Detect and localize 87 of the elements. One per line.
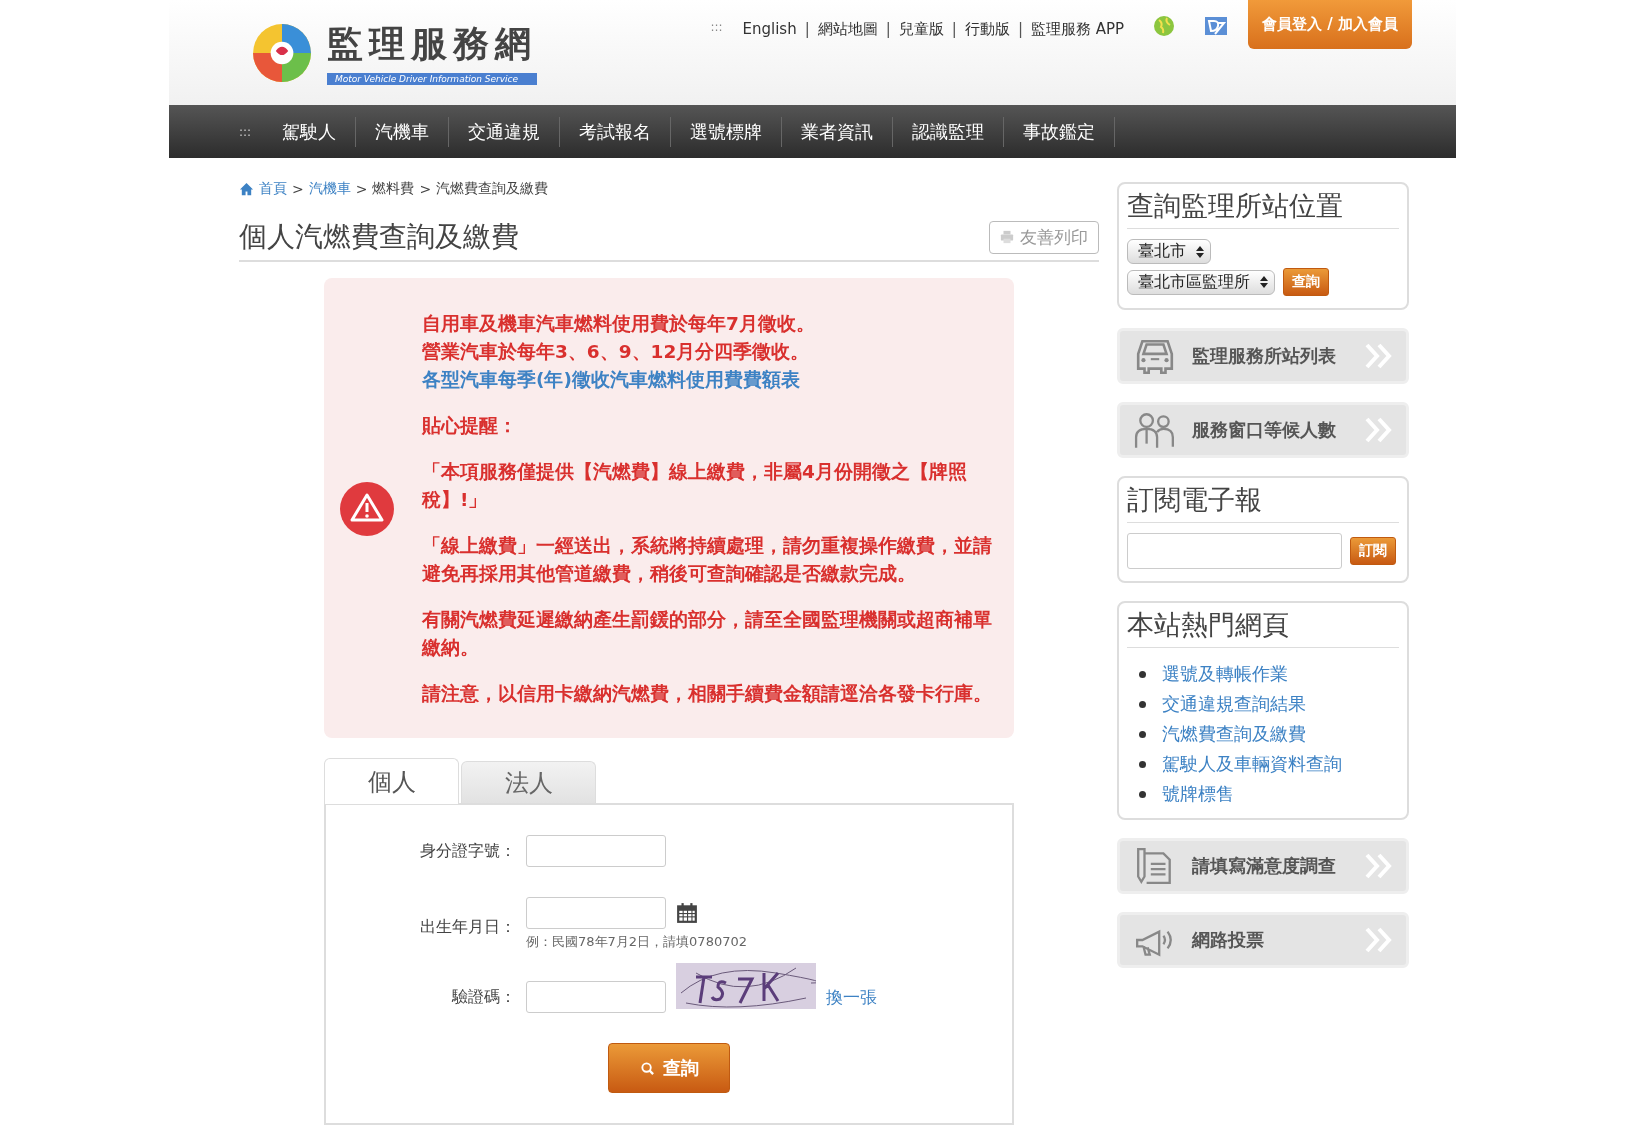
search-icon xyxy=(639,1060,655,1076)
notice-text: 營業汽車於每年3、6、9、12月分四季徵收。 xyxy=(422,340,811,364)
double-chevron-icon xyxy=(1364,925,1394,955)
link-separator: | xyxy=(951,20,957,38)
link-separator: | xyxy=(885,20,891,38)
notice-text: 貼心提醒： xyxy=(422,414,518,438)
nav-item[interactable]: 汽機車 xyxy=(356,116,450,147)
nav-item[interactable]: 認識監理 xyxy=(893,116,1005,147)
menu-marker: ::: xyxy=(710,20,723,34)
calendar-icon[interactable] xyxy=(676,902,698,924)
sidebar-banner[interactable]: 服務窗口等候人數 xyxy=(1117,402,1409,458)
top-link[interactable]: English xyxy=(742,20,797,38)
bullet-icon xyxy=(1139,760,1146,768)
tab[interactable]: 個人 xyxy=(324,758,459,804)
logo-title: 監理服務網 xyxy=(327,21,537,66)
breadcrumb-link[interactable]: 汽燃費查詢及繳費 xyxy=(436,180,549,198)
car-icon xyxy=(1134,337,1176,375)
nav-item[interactable]: 交通違規 xyxy=(449,116,561,147)
field-label: 驗證碼： xyxy=(451,986,516,1008)
breadcrumb-link[interactable]: 燃料費 xyxy=(372,180,415,198)
bullet-icon xyxy=(1139,700,1146,708)
printer-icon xyxy=(1000,230,1014,244)
sidebar-banner[interactable]: 監理服務所站列表 xyxy=(1117,328,1409,384)
bullet-icon xyxy=(1139,790,1146,798)
breadcrumb-link[interactable]: 首頁 xyxy=(259,180,287,198)
notice-text: 請注意，以信用卡繳納汽燃費，相關手續費金額請逕洽各發卡行庫。 xyxy=(422,682,993,706)
popular-page-link[interactable]: 交通違規查詢結果 xyxy=(1162,692,1306,716)
bullet-icon xyxy=(1139,730,1146,738)
sidebar-banner[interactable]: 網路投票 xyxy=(1117,912,1409,968)
breadcrumb-separator: > xyxy=(419,181,432,197)
field-label: 出生年月日： xyxy=(419,917,516,938)
popular-page-link[interactable]: 選號及轉帳作業 xyxy=(1162,662,1288,686)
popular-page-link[interactable]: 號牌標售 xyxy=(1162,782,1234,806)
notice-text: 「線上繳費」一經送出，系統將持續處理，請勿重複操作繳費，並請避免再採用其他管道繳費，稍後可查詢確認是否繳款完成。 xyxy=(422,534,993,586)
breadcrumb-separator: > xyxy=(292,181,304,197)
double-chevron-icon xyxy=(1364,851,1394,881)
link-separator: | xyxy=(804,20,810,38)
email-field[interactable] xyxy=(1127,533,1342,569)
top-link[interactable]: 行動版 xyxy=(964,20,1010,39)
double-chevron-icon xyxy=(1364,415,1394,445)
select-arrows-icon xyxy=(1260,276,1268,288)
popular-page-link[interactable]: 汽燃費查詢及繳費 xyxy=(1162,722,1306,746)
globe-icon[interactable] xyxy=(1152,14,1177,38)
bullet-icon xyxy=(1139,670,1146,678)
breadcrumb-link[interactable]: 汽機車 xyxy=(308,180,351,198)
field-hint: 例：民國78年7月2日，請填0780702 xyxy=(526,933,747,951)
logo-subtitle: Motor Vehicle Driver Information Service xyxy=(327,73,537,85)
notice-text: 自用車及機車汽車燃料使用費於每年7月徵收。 xyxy=(422,312,816,336)
office-select[interactable]: 臺北市區監理所 xyxy=(1127,269,1275,295)
widget-title: 訂閱電子報 xyxy=(1127,482,1399,523)
nav-item[interactable]: 業者資訊 xyxy=(782,116,894,147)
logo-icon xyxy=(251,21,313,84)
nav-item[interactable]: 考試報名 xyxy=(560,116,672,147)
nav-item[interactable]: 事故鑑定 xyxy=(1004,116,1116,147)
warning-icon xyxy=(340,482,394,536)
double-chevron-icon xyxy=(1364,341,1394,371)
link-separator: | xyxy=(1017,20,1023,38)
query-button[interactable]: 查詢 xyxy=(1283,268,1329,296)
widget-title: 本站熱門網頁 xyxy=(1127,607,1399,648)
breadcrumb-separator: > xyxy=(355,181,368,197)
accessibility-icon[interactable] xyxy=(1204,14,1229,38)
print-button[interactable]: 友善列印 xyxy=(989,220,1099,254)
page-title: 個人汽燃費查詢及繳費 xyxy=(239,219,519,255)
notice-text: 「本項服務僅提供【汽燃費】線上繳費，非屬4月份開徵之【牌照稅】!」 xyxy=(422,460,968,512)
notice-link[interactable]: 各型汽車每季(年)徵收汽車燃料使用費費額表 xyxy=(422,366,1006,394)
top-link[interactable]: 網站地圖 xyxy=(817,20,878,39)
top-link[interactable]: 兒童版 xyxy=(898,20,944,39)
select-arrows-icon xyxy=(1196,245,1204,258)
people-icon xyxy=(1134,411,1176,449)
sidebar-banner[interactable]: 請填寫滿意度調查 xyxy=(1117,838,1409,894)
top-link[interactable]: 監理服務 APP xyxy=(1030,20,1125,39)
id-number-field[interactable] xyxy=(526,835,666,867)
home-icon[interactable] xyxy=(239,181,254,197)
submit-button[interactable]: 查詢 xyxy=(608,1043,730,1093)
tab[interactable]: 法人 xyxy=(461,761,596,803)
notice-text: 有關汽燃費延遲繳納產生罰鍰的部分，請至全國監理機關或超商補單繳納。 xyxy=(422,608,993,660)
popular-page-link[interactable]: 駕駛人及車輛資料查詢 xyxy=(1162,752,1342,776)
birth-date-field[interactable] xyxy=(526,897,666,929)
field-label: 身分證字號： xyxy=(419,840,516,862)
subscribe-button[interactable]: 訂閱 xyxy=(1350,537,1396,565)
captcha-field[interactable] xyxy=(526,981,666,1013)
city-select[interactable]: 臺北市 xyxy=(1127,239,1211,264)
widget-title: 查詢監理所站位置 xyxy=(1127,188,1399,229)
nav-marker: ::: xyxy=(239,124,252,139)
nav-item[interactable]: 駕駛人 xyxy=(263,116,357,147)
nav-item[interactable]: 選號標牌 xyxy=(671,116,783,147)
refresh-captcha-link[interactable]: 換一張 xyxy=(826,985,877,1009)
